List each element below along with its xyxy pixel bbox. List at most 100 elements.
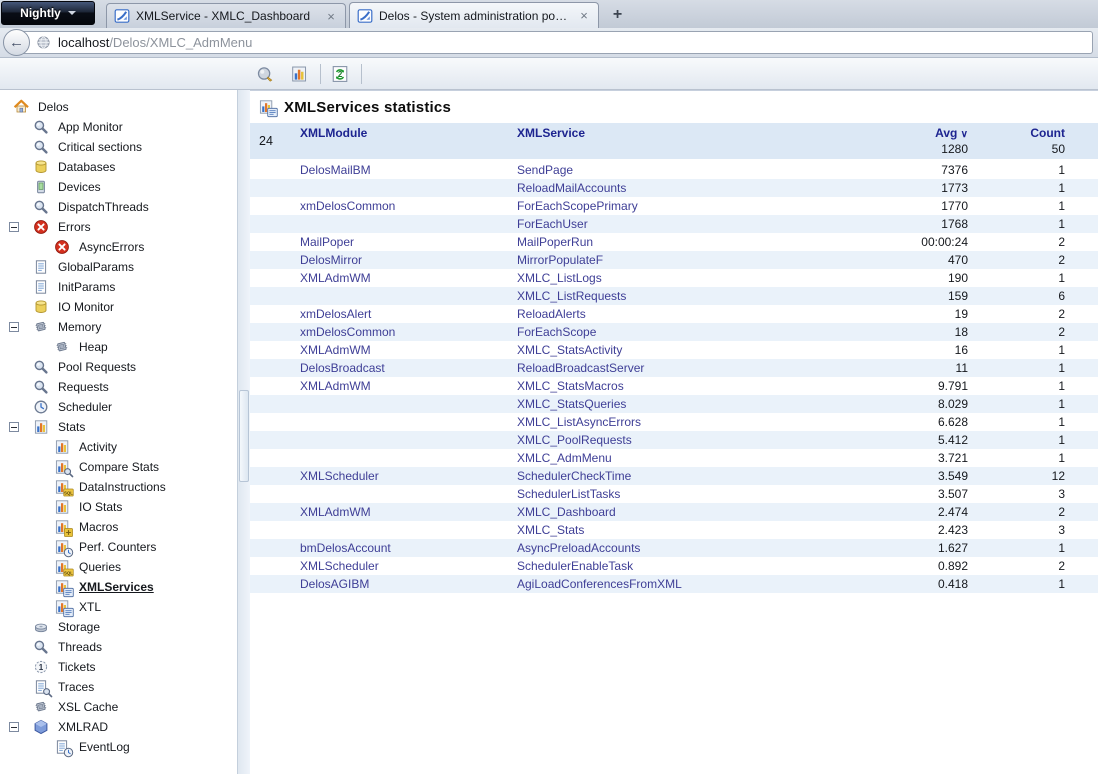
sidebar-item-devices[interactable]: Devices	[0, 177, 237, 197]
sidebar-item-stats[interactable]: Stats	[0, 417, 237, 437]
sidebar-item-memory[interactable]: Memory	[0, 317, 237, 337]
chart-clock-icon	[54, 539, 71, 555]
collapse-expander-icon[interactable]	[9, 422, 19, 432]
cell-count: 1	[1058, 451, 1065, 465]
tree-item-label: EventLog	[79, 740, 130, 754]
table-row: DelosMirror MirrorPopulateF 470 2	[250, 251, 1098, 269]
cell-module: xmDelosAlert	[300, 307, 372, 321]
tab-close-icon[interactable]: ×	[577, 8, 591, 23]
cell-count: 3	[1058, 487, 1065, 501]
sidebar-item-activity[interactable]: Activity	[0, 437, 237, 457]
refresh-frame-button[interactable]	[327, 62, 353, 86]
sidebar-item-dispatchthreads[interactable]: DispatchThreads	[0, 197, 237, 217]
sidebar-item-globalparams[interactable]: GlobalParams	[0, 257, 237, 277]
column-header-xmlmodule[interactable]: XMLModule	[300, 123, 517, 159]
tree-item-label: Queries	[79, 560, 122, 574]
tab-delos-admin-portal[interactable]: Delos - System administration portal ×	[349, 2, 599, 28]
sidebar-item-xsl-cache[interactable]: XSL Cache	[0, 697, 237, 717]
cell-service: ForEachScope	[517, 325, 597, 339]
tree-item-label: Threads	[58, 640, 103, 654]
tree-item-label: XMLRAD	[58, 720, 109, 734]
collapse-expander-icon[interactable]	[9, 222, 19, 232]
sidebar-item-databases[interactable]: Databases	[0, 157, 237, 177]
table-row: XMLC_StatsQueries 8.029 1	[250, 395, 1098, 413]
stats-chart-button[interactable]	[286, 62, 312, 86]
tab-close-icon[interactable]: ×	[324, 9, 338, 24]
sidebar-item-asyncerrors[interactable]: AsyncErrors	[0, 237, 237, 257]
avg-label: Avg	[935, 126, 958, 140]
sidebar-item-heap[interactable]: Heap	[0, 337, 237, 357]
app-menu-label: Nightly	[20, 6, 61, 20]
sidebar-item-pool-requests[interactable]: Pool Requests	[0, 357, 237, 377]
zoom-tool-icon	[256, 65, 274, 83]
sidebar-item-macros[interactable]: Macros	[0, 517, 237, 537]
content-title-bar: XMLServices statistics	[250, 91, 1098, 123]
collapse-expander-icon[interactable]	[9, 322, 19, 332]
sidebar-item-queries[interactable]: Queries	[0, 557, 237, 577]
cell-service: AsyncPreloadAccounts	[517, 541, 641, 555]
sidebar-item-io-monitor[interactable]: IO Monitor	[0, 297, 237, 317]
cell-avg: 7376	[941, 163, 968, 177]
sidebar-item-app-monitor[interactable]: App Monitor	[0, 117, 237, 137]
sidebar-item-errors[interactable]: Errors	[0, 217, 237, 237]
content-panel: XMLServices statistics 24 XMLModule XMLS…	[250, 90, 1098, 774]
chart-form-icon	[54, 579, 71, 595]
column-header-xmlservice[interactable]: XMLService	[517, 123, 818, 159]
sidebar-item-traces[interactable]: Traces	[0, 677, 237, 697]
cell-service: XMLC_StatsMacros	[517, 379, 624, 393]
sidebar-item-critical-sections[interactable]: Critical sections	[0, 137, 237, 157]
sidebar-item-compare-stats[interactable]: Compare Stats	[0, 457, 237, 477]
cell-avg: 0.418	[937, 577, 968, 591]
sidebar-item-io-stats[interactable]: IO Stats	[0, 497, 237, 517]
cell-avg: 470	[947, 253, 968, 267]
sidebar-item-eventlog[interactable]: EventLog	[0, 737, 237, 757]
cell-avg: 16	[954, 343, 968, 357]
url-input[interactable]: localhost/Delos/XMLC_AdmMenu	[17, 31, 1093, 54]
table-row: XMLC_AdmMenu 3.721 1	[250, 449, 1098, 467]
table-row: xmDelosCommon ForEachScope 18 2	[250, 323, 1098, 341]
sidebar-item-perf-counters[interactable]: Perf. Counters	[0, 537, 237, 557]
refresh-icon	[331, 65, 349, 83]
sidebar-item-threads[interactable]: Threads	[0, 637, 237, 657]
collapse-expander-icon[interactable]	[9, 722, 19, 732]
new-tab-button[interactable]: +	[604, 5, 631, 25]
tree-item-label: Traces	[58, 680, 95, 694]
tab-xmlc-dashboard[interactable]: XMLService - XMLC_Dashboard ×	[106, 3, 346, 28]
cell-service: ReloadBroadcastServer	[517, 361, 645, 375]
main-area: Delos App Monitor Critical sections Databas…	[0, 90, 1098, 774]
sidebar-item-requests[interactable]: Requests	[0, 377, 237, 397]
tree-item-label: Delos	[38, 100, 69, 114]
sidebar-item-tickets[interactable]: Tickets	[0, 657, 237, 677]
count-label: Count	[1030, 126, 1065, 140]
table-row: DelosBroadcast ReloadBroadcastServer 11 1	[250, 359, 1098, 377]
sidebar-scrollbar[interactable]	[237, 90, 250, 774]
browser-window: { "browser": { "app_button": { "label": …	[0, 0, 1098, 774]
sidebar-item-scheduler[interactable]: Scheduler	[0, 397, 237, 417]
sidebar-item-initparams[interactable]: InitParams	[0, 277, 237, 297]
sidebar-item-datainstructions[interactable]: DataInstructions	[0, 477, 237, 497]
chart-icon	[33, 419, 50, 435]
app-menu-button[interactable]: Nightly	[1, 1, 95, 25]
tree-item-label: IO Monitor	[58, 300, 115, 314]
cell-avg: 1.627	[937, 541, 968, 555]
tab-bar: Nightly XMLService - XMLC_Dashboard × De…	[0, 0, 1098, 28]
cell-count: 1	[1058, 379, 1065, 393]
tree-item-label: Activity	[79, 440, 118, 454]
table-row: xmDelosAlert ReloadAlerts 19 2	[250, 305, 1098, 323]
sidebar-item-xmlservices[interactable]: XMLServices	[0, 577, 237, 597]
cell-count: 12	[1051, 469, 1065, 483]
sidebar-item-storage[interactable]: Storage	[0, 617, 237, 637]
sidebar-item-xtl[interactable]: XTL	[0, 597, 237, 617]
sidebar-item-xmlrad[interactable]: XMLRAD	[0, 717, 237, 737]
tree-item-label: Scheduler	[58, 400, 113, 414]
column-header-count[interactable]: Count 50	[968, 123, 1065, 159]
chart-icon	[54, 439, 71, 455]
cell-count: 3	[1058, 523, 1065, 537]
scrollbar-thumb[interactable]	[239, 390, 249, 482]
zoom-tool-button[interactable]	[252, 62, 278, 86]
sidebar-item-delos[interactable]: Delos	[0, 97, 237, 117]
back-button[interactable]: ←	[3, 29, 30, 56]
document-icon	[33, 259, 50, 275]
cell-module: bmDelosAccount	[300, 541, 391, 555]
column-header-avg[interactable]: Avg ∨ 1280	[818, 123, 968, 159]
